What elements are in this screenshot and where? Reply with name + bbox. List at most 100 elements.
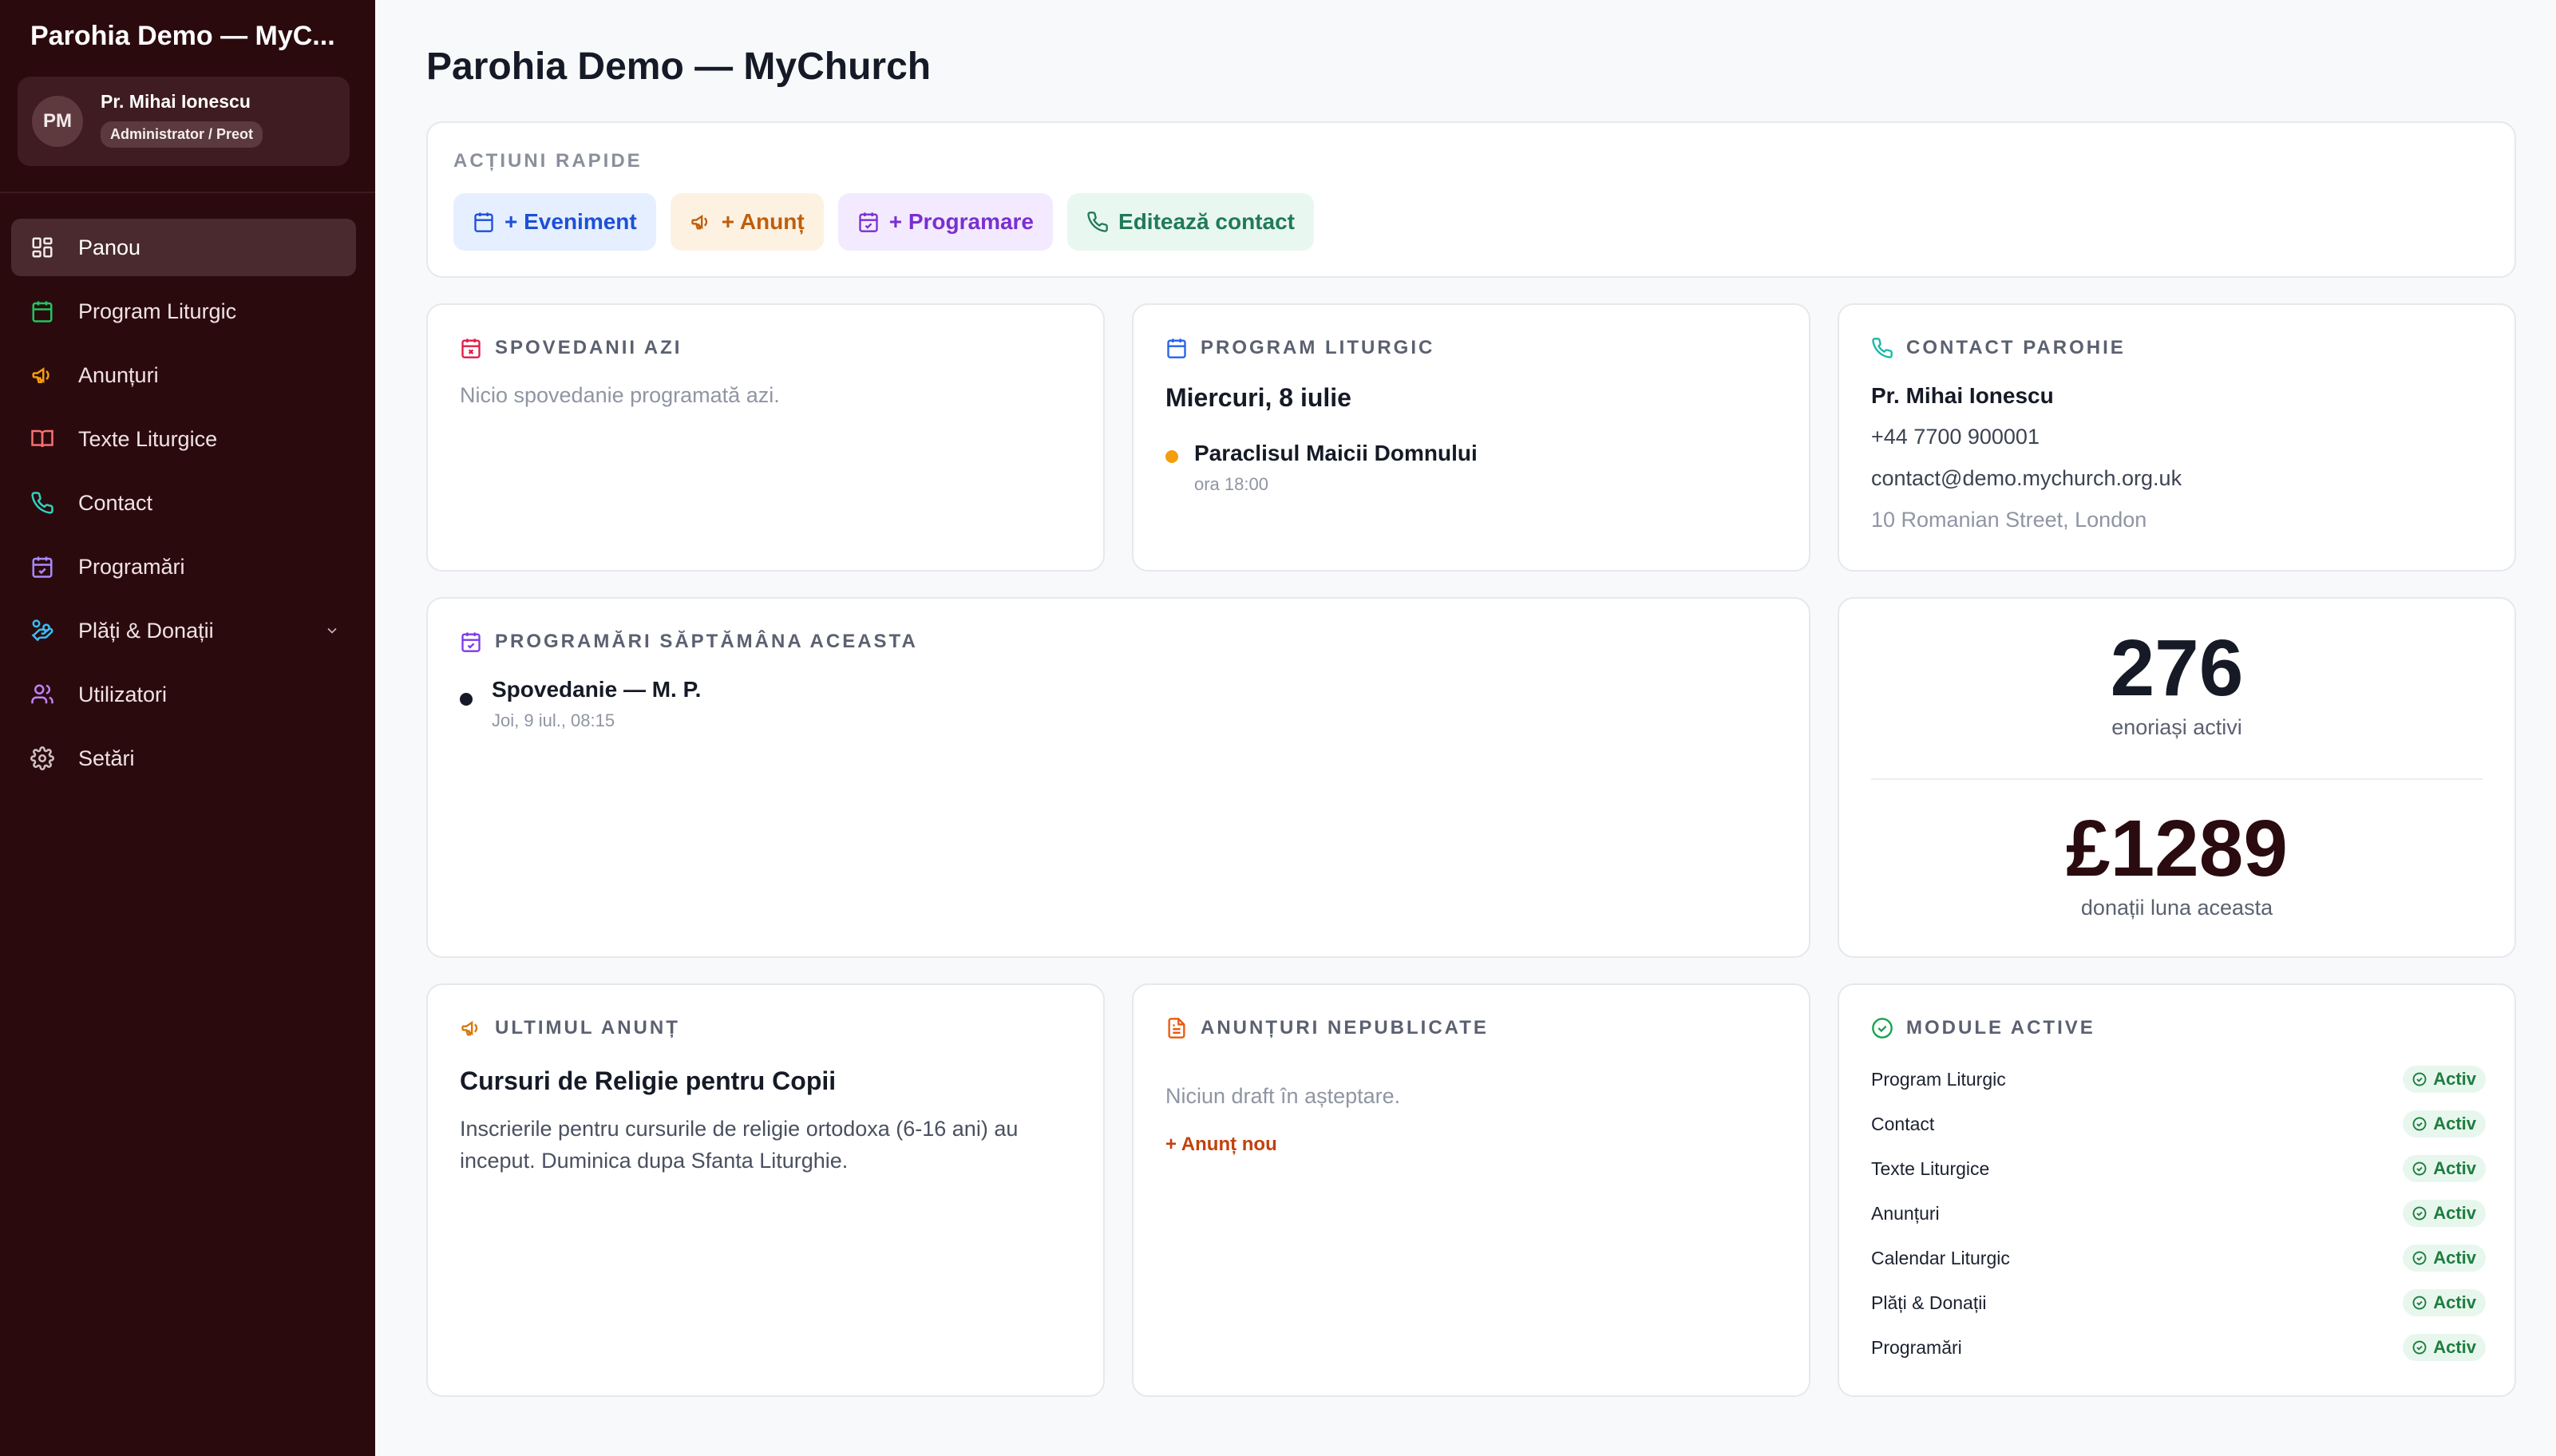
status-badge: Activ xyxy=(2403,1244,2486,1272)
card-header: PROGRAM LITURGIC xyxy=(1165,337,1434,359)
add-event-label: + Eveniment xyxy=(504,209,637,234)
calendar-check-icon xyxy=(32,556,53,578)
stats-divider xyxy=(1871,778,2483,780)
card-title: SPOVEDANII AZI xyxy=(495,337,683,358)
module-name: Program Liturgic xyxy=(1871,1068,2006,1090)
add-announcement-label: + Anunț xyxy=(721,209,805,234)
sidebar-divider xyxy=(0,192,375,193)
sidebar-item-label: Texte Liturgice xyxy=(78,426,218,451)
module-name: Contact xyxy=(1871,1113,1935,1134)
announcement-body: Inscrierile pentru cursurile de religie … xyxy=(460,1117,1019,1173)
sidebar-item-texte-liturgice[interactable]: Texte Liturgice xyxy=(11,410,356,468)
sidebar-item-setari[interactable]: Setări xyxy=(11,730,356,787)
sidebar-item-program-liturgic[interactable]: Program Liturgic xyxy=(11,283,356,340)
sidebar-item-label: Programări xyxy=(78,554,185,579)
user-card[interactable]: PM Pr. Mihai Ionescu Administrator / Pre… xyxy=(18,77,350,166)
appointment-time: Joi, 9 iul., 08:15 xyxy=(492,710,615,730)
phone-icon xyxy=(31,492,53,514)
check-circle-icon xyxy=(2412,1161,2427,1176)
module-row: Plăți & Donații Activ xyxy=(1871,1287,2486,1319)
empty-state-text: Nicio spovedanie programată azi. xyxy=(460,383,780,407)
app-title: Parohia Demo — MyC... xyxy=(30,21,335,51)
sidebar: Parohia Demo — MyC... PM Pr. Mihai Iones… xyxy=(0,0,375,1456)
status-label: Activ xyxy=(2433,1337,2476,1357)
megaphone-icon xyxy=(461,1020,478,1036)
user-name: Pr. Mihai Ionescu xyxy=(101,91,251,112)
avatar: PM xyxy=(32,96,83,147)
calendar-icon xyxy=(1167,338,1186,358)
dashboard-icon xyxy=(32,237,53,258)
check-circle-icon xyxy=(2412,1206,2427,1221)
sidebar-item-plati-donatii[interactable]: Plăți & Donații xyxy=(11,602,356,659)
sidebar-item-label: Setări xyxy=(78,746,135,770)
sidebar-item-programari[interactable]: Programări xyxy=(11,538,356,595)
active-modules-card: MODULE ACTIVE Program Liturgic Activ Con… xyxy=(1838,983,2516,1397)
status-label: Activ xyxy=(2433,1292,2476,1312)
card-title: ANUNȚURI NEPUBLICATE xyxy=(1201,1017,1489,1039)
donations-label: donații luna aceasta xyxy=(2080,896,2273,920)
event-name: Paraclisul Maicii Domnului xyxy=(1194,441,1478,465)
add-event-button[interactable]: + Eveniment xyxy=(453,193,656,251)
sidebar-item-label: Plăți & Donații xyxy=(78,618,214,643)
status-label: Activ xyxy=(2433,1158,2476,1178)
last-announcement-card[interactable]: ULTIMUL ANUNȚ Cursuri de Religie pentru … xyxy=(426,983,1105,1397)
card-header: ANUNȚURI NEPUBLICATE xyxy=(1165,1017,1489,1039)
gear-icon xyxy=(30,746,54,770)
status-badge: Activ xyxy=(2403,1155,2486,1182)
appointment-item[interactable]: Spovedanie — M. P. Joi, 9 iul., 08:15 xyxy=(460,677,1019,734)
quick-actions-card: ACȚIUNI RAPIDE + Eveniment + Anunț + Pro… xyxy=(426,121,2516,278)
add-appointment-button[interactable]: + Programare xyxy=(837,193,1054,251)
book-icon xyxy=(31,429,53,448)
sidebar-item-anunturi[interactable]: Anunțuri xyxy=(11,346,356,404)
card-title: MODULE ACTIVE xyxy=(1906,1017,2095,1039)
status-badge: Activ xyxy=(2403,1289,2486,1316)
contact-phone[interactable]: +44 7700 900001 xyxy=(1871,425,2040,449)
check-circle-icon xyxy=(1872,1018,1893,1039)
liturgical-program-card[interactable]: PROGRAM LITURGIC Miercuri, 8 iulie Parac… xyxy=(1132,303,1810,572)
module-row: Calendar Liturgic Activ xyxy=(1871,1242,2486,1274)
edit-contact-label: Editează contact xyxy=(1118,209,1295,234)
event-dot xyxy=(1165,450,1178,463)
module-name: Plăți & Donații xyxy=(1871,1292,1987,1313)
user-role-badge: Administrator / Preot xyxy=(101,121,263,148)
announcement-heading: Cursuri de Religie pentru Copii xyxy=(460,1066,837,1095)
users-icon xyxy=(31,684,53,704)
module-name: Programări xyxy=(1871,1336,1962,1358)
contact-name: Pr. Mihai Ionescu xyxy=(1871,383,2054,408)
new-announcement-link[interactable]: + Anunț nou xyxy=(1165,1134,1277,1156)
module-name: Calendar Liturgic xyxy=(1871,1247,2010,1268)
contact-email[interactable]: contact@demo.mychurch.org.uk xyxy=(1871,466,2182,491)
card-header: MODULE ACTIVE xyxy=(1871,1017,2095,1039)
card-header: PROGRAMĂRI SĂPTĂMÂNA ACEASTA xyxy=(460,631,918,653)
parish-contact-card: CONTACT PAROHIE Pr. Mihai Ionescu +44 77… xyxy=(1838,303,2516,572)
sidebar-item-label: Contact xyxy=(78,490,153,515)
status-badge: Activ xyxy=(2403,1066,2486,1093)
status-label: Activ xyxy=(2433,1203,2476,1223)
phone-icon xyxy=(1872,338,1893,358)
calendar-x-icon xyxy=(461,338,481,358)
sidebar-item-label: Program Liturgic xyxy=(78,299,237,323)
calendar-icon xyxy=(474,212,493,232)
edit-contact-button[interactable]: Editează contact xyxy=(1067,193,1314,251)
module-row: Texte Liturgice Activ xyxy=(1871,1153,2486,1185)
check-circle-icon xyxy=(2412,1072,2427,1086)
card-title: CONTACT PAROHIE xyxy=(1906,337,2126,358)
stats-card: 276 enoriași activi £1289 donații luna a… xyxy=(1838,597,2516,958)
module-row: Programări Activ xyxy=(1871,1331,2486,1363)
status-label: Activ xyxy=(2433,1114,2476,1134)
donations-amount: £1289 xyxy=(2065,804,2289,893)
sidebar-item-utilizatori[interactable]: Utilizatori xyxy=(11,666,356,723)
sidebar-item-contact[interactable]: Contact xyxy=(11,474,356,532)
add-appointment-label: + Programare xyxy=(888,209,1035,234)
sidebar-item-label: Anunțuri xyxy=(78,362,159,387)
megaphone-icon xyxy=(32,367,49,383)
card-title: PROGRAMĂRI SĂPTĂMÂNA ACEASTA xyxy=(495,631,918,652)
contact-address: 10 Romanian Street, London xyxy=(1871,508,2147,532)
parishioners-label: enoriași activi xyxy=(2111,715,2242,739)
weekly-appointments-card: PROGRAMĂRI SĂPTĂMÂNA ACEASTA Spovedanie … xyxy=(426,597,1810,958)
module-row: Anunțuri Activ xyxy=(1871,1197,2486,1229)
status-label: Activ xyxy=(2433,1248,2476,1268)
sidebar-item-panou[interactable]: Panou xyxy=(11,219,356,276)
add-announcement-button[interactable]: + Anunț xyxy=(670,193,824,251)
chevron-down-icon[interactable] xyxy=(324,623,340,639)
